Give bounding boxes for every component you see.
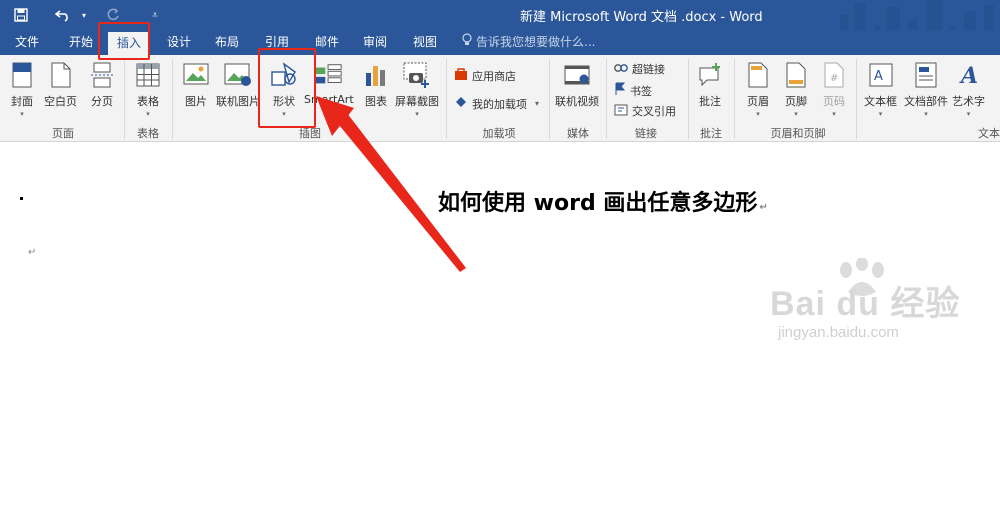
tell-me-placeholder: 告诉我您想要做什么... bbox=[476, 35, 596, 49]
footer-button[interactable]: 页脚 ▾ bbox=[782, 59, 810, 118]
group-label-pages: 页面 bbox=[52, 127, 74, 140]
group-label-addins: 加载项 bbox=[482, 127, 516, 140]
page-break-icon bbox=[88, 59, 116, 91]
document-heading[interactable]: 如何使用 word 画出任意多边形 ↵ bbox=[438, 185, 768, 217]
lightbulb-icon bbox=[462, 30, 472, 55]
group-separator bbox=[172, 59, 173, 139]
online-picture-button[interactable]: 联机图片 bbox=[216, 59, 260, 109]
insert-tab-highlight bbox=[98, 22, 150, 60]
header-icon bbox=[744, 59, 772, 91]
save-icon[interactable] bbox=[6, 0, 36, 30]
paragraph-mark: ↵ bbox=[759, 202, 768, 213]
bookmark-button[interactable]: 书签 bbox=[614, 82, 652, 99]
store-icon bbox=[454, 67, 468, 84]
hyperlink-button[interactable]: 超链接 bbox=[614, 61, 665, 77]
wordart-button[interactable]: A 艺术字 ▾ bbox=[952, 59, 985, 118]
online-video-icon bbox=[563, 59, 591, 91]
textbox-icon: A bbox=[867, 59, 895, 91]
screenshot-icon bbox=[403, 59, 431, 91]
group-separator bbox=[856, 59, 857, 139]
chevron-down-icon: ▾ bbox=[878, 110, 883, 118]
chevron-down-icon: ▾ bbox=[794, 110, 798, 118]
cross-reference-icon bbox=[614, 104, 628, 119]
blank-page-icon bbox=[47, 59, 75, 91]
watermark-url: jingyan.baidu.com bbox=[778, 324, 899, 341]
my-addins-button[interactable]: 我的加载项 ▾ bbox=[454, 95, 539, 112]
bookmark-icon bbox=[614, 82, 626, 99]
wordart-icon: A bbox=[955, 59, 983, 91]
page-number-button[interactable]: # 页码 ▾ bbox=[820, 59, 848, 118]
group-separator bbox=[606, 59, 607, 139]
group-label-header-footer: 页眉和页脚 bbox=[770, 127, 826, 140]
baidu-watermark: Bai du 经验 jingyan.baidu.com bbox=[760, 258, 990, 358]
screenshot-button[interactable]: 屏幕截图 ▾ bbox=[395, 59, 439, 118]
cover-page-button[interactable]: 封面 ▾ bbox=[8, 59, 36, 118]
chart-icon bbox=[362, 59, 390, 91]
chevron-down-icon: ▾ bbox=[966, 110, 971, 118]
tab-file[interactable]: 文件 bbox=[8, 30, 46, 55]
group-separator bbox=[688, 59, 689, 139]
svg-text:A: A bbox=[959, 63, 978, 88]
tell-me-box[interactable]: 告诉我您想要做什么... bbox=[462, 30, 595, 55]
header-button[interactable]: 页眉 ▾ bbox=[744, 59, 772, 118]
online-video-button[interactable]: 联机视频 bbox=[555, 59, 599, 109]
chevron-down-icon: ▾ bbox=[146, 110, 150, 118]
tab-view[interactable]: 视图 bbox=[406, 30, 444, 55]
page-number-icon: # bbox=[820, 59, 848, 91]
watermark-brand: Bai du 经验 bbox=[770, 285, 961, 323]
tab-home[interactable]: 开始 bbox=[62, 30, 100, 55]
chart-button[interactable]: 图表 bbox=[362, 59, 390, 109]
tab-design[interactable]: 设计 bbox=[160, 30, 198, 55]
chevron-down-icon: ▾ bbox=[415, 110, 419, 118]
page-break-button[interactable]: 分页 bbox=[88, 59, 116, 109]
cross-reference-button[interactable]: 交叉引用 bbox=[614, 103, 676, 119]
tab-layout[interactable]: 布局 bbox=[208, 30, 246, 55]
picture-button[interactable]: 图片 bbox=[182, 59, 210, 109]
table-icon bbox=[134, 59, 162, 91]
online-picture-icon bbox=[224, 59, 252, 91]
paragraph-mark: ↵ bbox=[28, 247, 37, 258]
smartart-icon bbox=[315, 59, 343, 91]
ribbon-tab-bar: 文件 开始 插入 设计 布局 引用 邮件 审阅 视图 告诉我您想要做什么... bbox=[0, 30, 1000, 55]
picture-icon bbox=[182, 59, 210, 91]
group-separator bbox=[734, 59, 735, 139]
textbox-button[interactable]: A 文本框 ▾ bbox=[864, 59, 897, 118]
quick-parts-button[interactable]: 文档部件 ▾ bbox=[904, 59, 948, 118]
undo-icon[interactable] bbox=[48, 0, 78, 30]
blank-page-button[interactable]: 空白页 bbox=[44, 59, 77, 109]
quick-parts-icon bbox=[912, 59, 940, 91]
group-label-comments: 批注 bbox=[700, 127, 722, 140]
bullet-mark bbox=[20, 197, 23, 200]
shapes-highlight bbox=[258, 48, 316, 128]
title-bar: ▾ ⩡ 新建 Microsoft Word 文档 .docx - Word bbox=[0, 0, 1000, 55]
svg-text:#: # bbox=[830, 73, 838, 84]
tab-review[interactable]: 审阅 bbox=[356, 30, 394, 55]
footer-icon bbox=[782, 59, 810, 91]
group-separator bbox=[446, 59, 447, 139]
document-title: 新建 Microsoft Word 文档 .docx - Word bbox=[520, 10, 763, 25]
chevron-down-icon: ▾ bbox=[20, 110, 24, 118]
ribbon-insert: 封面 ▾ 空白页 分页 页面 表格 ▾ 表格 图片 联机图片 形状 ▾ Smar… bbox=[0, 55, 1000, 142]
comment-button[interactable]: 批注 bbox=[696, 59, 724, 109]
chevron-down-icon: ▾ bbox=[832, 110, 836, 118]
chevron-down-icon: ▾ bbox=[924, 110, 928, 118]
group-label-text: 文本 bbox=[978, 127, 1000, 140]
cover-page-icon bbox=[8, 59, 36, 91]
hyperlink-icon bbox=[614, 62, 628, 77]
group-label-tables: 表格 bbox=[137, 127, 159, 140]
undo-dropdown-icon[interactable]: ▾ bbox=[78, 0, 90, 30]
group-separator bbox=[549, 59, 550, 139]
comment-icon bbox=[696, 59, 724, 91]
chevron-down-icon: ▾ bbox=[756, 110, 760, 118]
group-label-links: 链接 bbox=[635, 127, 657, 140]
svg-text:A: A bbox=[874, 69, 883, 84]
table-button[interactable]: 表格 ▾ bbox=[134, 59, 162, 118]
store-button[interactable]: 应用商店 bbox=[454, 67, 516, 84]
group-separator bbox=[124, 59, 125, 139]
group-label-media: 媒体 bbox=[567, 127, 589, 140]
chevron-down-icon: ▾ bbox=[535, 99, 540, 108]
addins-icon bbox=[454, 95, 468, 112]
